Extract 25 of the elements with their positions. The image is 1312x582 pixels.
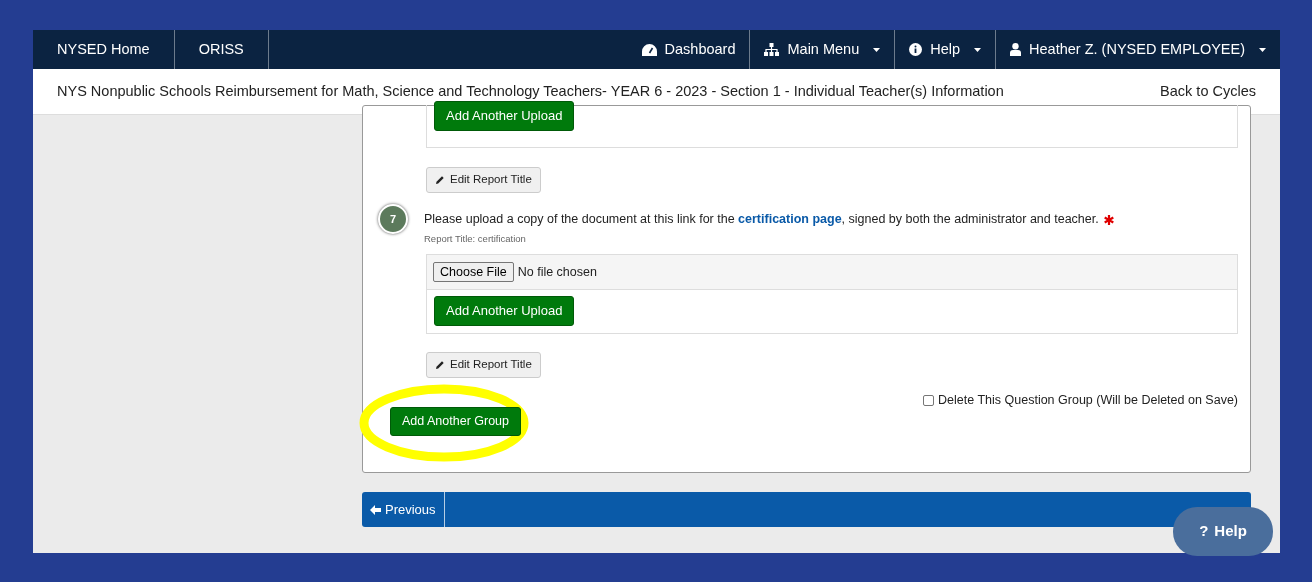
back-link[interactable]: Back to Cycles	[1160, 80, 1256, 103]
gauge-icon	[641, 43, 657, 56]
file-status: No file chosen	[517, 263, 597, 281]
nav-menu-item[interactable]: Heather Z. (NYSED EMPLOYEE)	[996, 30, 1280, 69]
choose-file-button[interactable]: Choose File	[433, 262, 514, 282]
sitemap-icon	[764, 43, 780, 56]
help-button[interactable]: ? Help	[1173, 507, 1273, 556]
arrow-left-icon	[370, 504, 381, 515]
info-icon	[909, 43, 923, 56]
previous-button[interactable]: Previous	[362, 492, 445, 527]
user-icon	[1010, 43, 1022, 56]
add-upload-button[interactable]: Add Another Upload	[434, 101, 575, 131]
pencil-icon	[435, 175, 445, 185]
question-number: 7	[378, 204, 408, 234]
report-title: Report Title: certification	[424, 232, 526, 246]
add-group-button[interactable]: Add Another Group	[390, 407, 522, 436]
edit-report-title-button[interactable]: Edit Report Title	[426, 352, 541, 378]
question-text: Please upload a copy of the document at this link for the certification page, signed by both the administrator and teacher.	[424, 210, 1114, 229]
certification-link[interactable]: certification page	[738, 212, 842, 226]
page-title: NYS Nonpublic Schools Reimbursement for Math, Science and Technology Teachers- YEAR 6 - 2023 - Section 1 - Individual Teacher(s) Information	[57, 81, 1004, 101]
delete-group-checkbox[interactable]	[923, 394, 935, 406]
edit-report-title-button[interactable]: Edit Report Title	[426, 167, 541, 193]
add-upload-button[interactable]: Add Another Upload	[434, 296, 575, 326]
delete-group-label: Delete This Question Group (Will be Deleted on Save)	[938, 392, 1238, 409]
pencil-icon	[435, 360, 445, 370]
